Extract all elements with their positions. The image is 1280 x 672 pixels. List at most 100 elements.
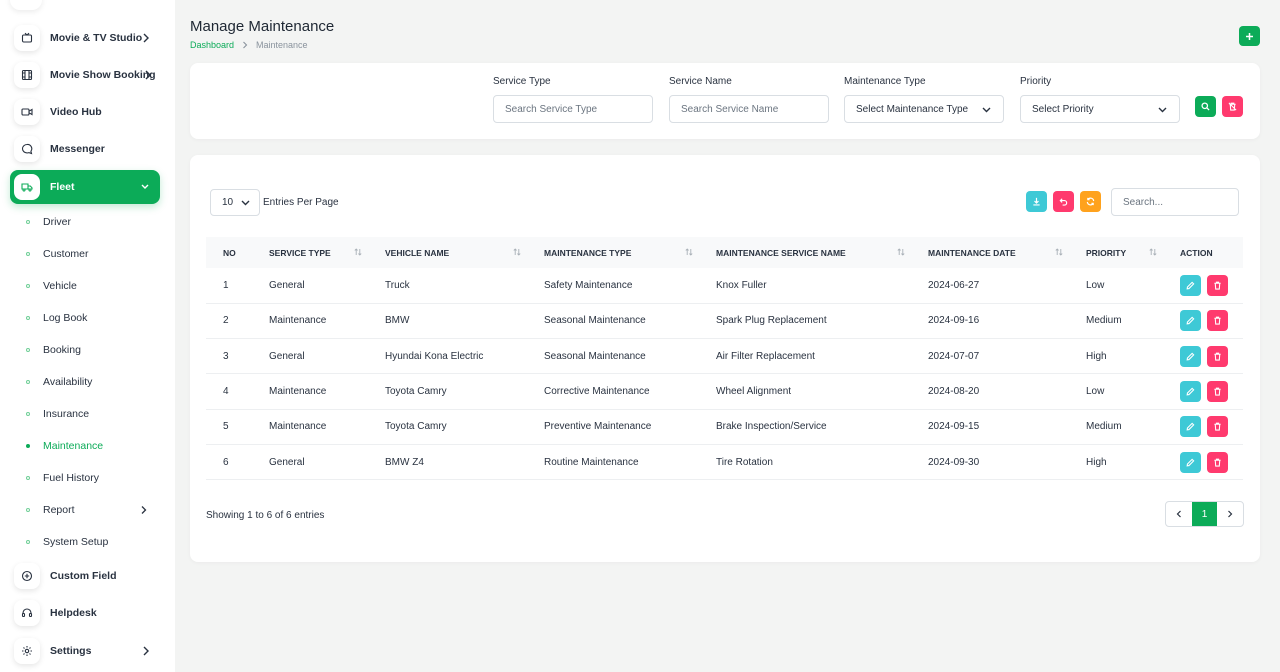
priority-select[interactable]: Select Priority (1020, 95, 1180, 123)
add-maintenance-button[interactable] (1239, 26, 1260, 46)
chevron-right-icon (145, 70, 151, 80)
column-header-maintenance-type[interactable]: MAINTENANCE TYPE (527, 237, 699, 268)
search-icon (1201, 102, 1210, 111)
table-cell: Toyota Camry (385, 421, 447, 433)
sidebar-item-fleet[interactable]: Fleet (10, 170, 160, 204)
table-cell: 2024-06-27 (928, 279, 980, 291)
service-name-input[interactable]: Search Service Name (669, 95, 829, 123)
sidebar-item-messenger[interactable]: Messenger (10, 132, 160, 166)
table-cell: Maintenance (269, 386, 327, 398)
edit-button[interactable] (1180, 381, 1201, 403)
bullet-icon (26, 252, 30, 256)
sidebar-subitem-report[interactable]: Report (26, 500, 160, 520)
sidebar-subitem-customer[interactable]: Customer (26, 244, 160, 264)
column-header-maintenance-date[interactable]: MAINTENANCE DATE (911, 237, 1069, 268)
sidebar-subitem-system-setup[interactable]: System Setup (26, 532, 160, 552)
previous-page-button[interactable] (1166, 502, 1192, 526)
sort-icon (1149, 248, 1157, 256)
delete-button[interactable] (1207, 381, 1228, 403)
table-cell: Low (1086, 386, 1105, 398)
table-row: 4 Maintenance Toyota Camry Corrective Maint… (206, 374, 1243, 410)
reset-button[interactable] (1053, 191, 1074, 212)
sidebar-item-label: Video Hub (50, 106, 102, 118)
table-cell: 2024-09-16 (928, 315, 980, 327)
filter-card: Service Type Search Service Type Service… (190, 63, 1260, 139)
table-cell: 4 (223, 386, 229, 398)
table-row: 5 Maintenance Toyota Camry Preventive Maint… (206, 409, 1243, 445)
delete-button[interactable] (1207, 416, 1228, 438)
table-cell: 5 (223, 421, 229, 433)
column-header-priority[interactable]: PRIORITY (1069, 237, 1163, 268)
pencil-icon (1186, 458, 1195, 467)
sidebar-subitem-booking[interactable]: Booking (26, 340, 160, 360)
sidebar-item-movie-show-booking[interactable]: Movie Show Booking (10, 58, 160, 92)
table-cell: Truck (385, 279, 410, 291)
sidebar-item-settings[interactable]: Settings (10, 634, 160, 668)
service-type-input[interactable]: Search Service Type (493, 95, 653, 123)
column-header-maintenance-service-name[interactable]: MAINTENANCE SERVICE NAME (699, 237, 911, 268)
table-cell-action (1163, 303, 1243, 338)
breadcrumb-dashboard-link[interactable]: Dashboard (190, 40, 234, 50)
table-cell: Routine Maintenance (544, 456, 639, 468)
delete-button[interactable] (1207, 310, 1228, 332)
sidebar-item-video-hub[interactable]: Video Hub (10, 95, 160, 129)
edit-button[interactable] (1180, 345, 1201, 367)
table-cell-action (1163, 409, 1243, 444)
sidebar-subitem-insurance[interactable]: Insurance (26, 404, 160, 424)
table-cell: Spark Plug Replacement (716, 315, 827, 327)
edit-button[interactable] (1180, 274, 1201, 296)
pencil-icon (1186, 281, 1195, 290)
table-cell: 2024-08-20 (928, 386, 980, 398)
next-page-button[interactable] (1217, 502, 1243, 526)
column-header-service-type[interactable]: SERVICE TYPE (252, 237, 368, 268)
sidebar-subitem-availability[interactable]: Availability (26, 372, 160, 392)
table-cell-action (1163, 268, 1243, 303)
sidebar-subitem-fuel-history[interactable]: Fuel History (26, 468, 160, 488)
clear-filter-button[interactable] (1222, 96, 1243, 117)
table-cell: Low (1086, 279, 1105, 291)
download-icon (1033, 197, 1040, 206)
column-header-action: ACTION (1180, 247, 1213, 258)
sidebar-subitem-label: Booking (43, 344, 81, 356)
sidebar-subitem-maintenance[interactable]: Maintenance (26, 436, 160, 456)
trash-icon (1214, 422, 1221, 431)
delete-button[interactable] (1207, 451, 1228, 473)
table-cell: 6 (223, 456, 229, 468)
table-cell: 2024-09-30 (928, 456, 980, 468)
bullet-icon (26, 508, 30, 512)
edit-button[interactable] (1180, 416, 1201, 438)
chevron-right-icon (1228, 510, 1233, 518)
sidebar-top-item[interactable] (10, 0, 42, 10)
table-cell: 1 (223, 279, 229, 291)
page-button-current[interactable]: 1 (1192, 502, 1217, 526)
entries-per-page-select[interactable]: 10 (210, 189, 260, 216)
edit-button[interactable] (1180, 310, 1201, 332)
sidebar-subitem-log-book[interactable]: Log Book (26, 308, 160, 328)
sidebar-subitem-vehicle[interactable]: Vehicle (26, 276, 160, 296)
priority-label: Priority (1020, 76, 1052, 87)
bullet-icon (26, 316, 30, 320)
table-cell: General (269, 279, 305, 291)
sidebar-subitem-driver[interactable]: Driver (26, 212, 160, 232)
table-cell-action (1163, 444, 1243, 479)
table-cell: BMW (385, 315, 410, 327)
export-button[interactable] (1026, 191, 1047, 212)
table-card: 10 Entries Per Page Search... NO SERVICE… (190, 155, 1260, 562)
sort-icon (1055, 248, 1063, 256)
table-search-input[interactable]: Search... (1111, 188, 1239, 216)
table-cell: BMW Z4 (385, 456, 424, 468)
delete-button[interactable] (1207, 345, 1228, 367)
edit-button[interactable] (1180, 451, 1201, 473)
maintenance-type-select[interactable]: Select Maintenance Type (844, 95, 1004, 123)
apply-filter-button[interactable] (1195, 96, 1216, 117)
sidebar-item-movie-tv-studio[interactable]: Movie & TV Studio (10, 21, 160, 55)
reload-button[interactable] (1080, 191, 1101, 212)
page-title: Manage Maintenance (190, 18, 335, 35)
sidebar-item-custom-field[interactable]: Custom Field (10, 559, 160, 593)
pencil-icon (1186, 352, 1195, 361)
table-row: 6 General BMW Z4 Routine Maintenance Tire Ro… (206, 444, 1243, 480)
sidebar-item-label: Movie Show Booking (50, 69, 156, 81)
delete-button[interactable] (1207, 274, 1228, 296)
sidebar-item-helpdesk[interactable]: Helpdesk (10, 596, 160, 630)
column-header-vehicle-name[interactable]: VEHICLE NAME (368, 237, 527, 268)
